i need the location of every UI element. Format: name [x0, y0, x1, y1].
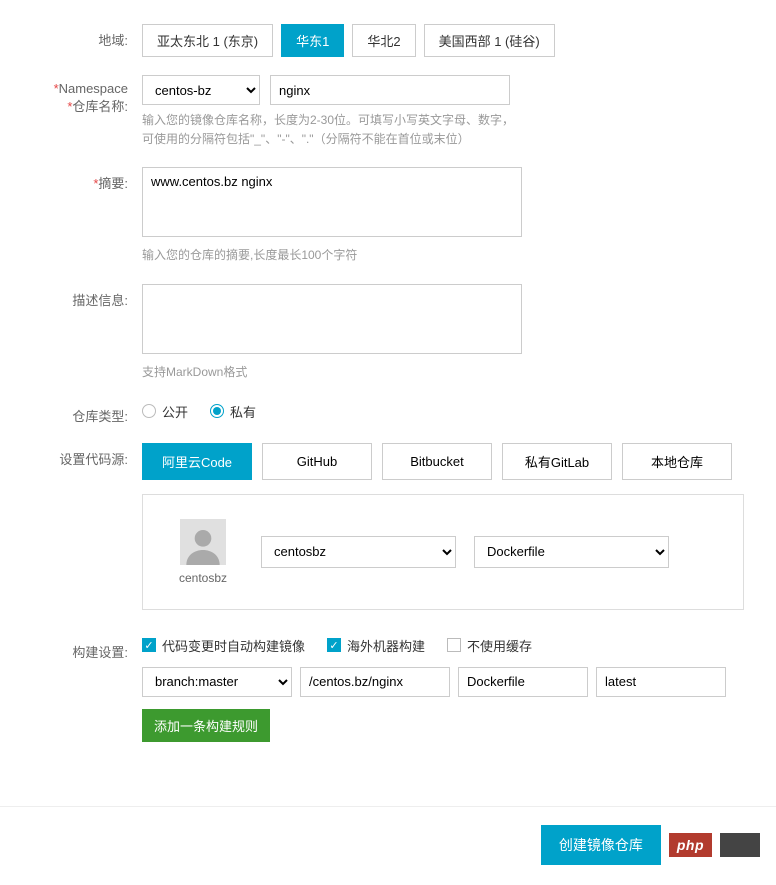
- source-field: 阿里云Code GitHub Bitbucket 私有GitLab 本地仓库 c…: [142, 443, 764, 610]
- corner-decoration: [720, 833, 760, 857]
- radio-public[interactable]: 公开: [142, 402, 188, 421]
- desc-field: 支持MarkDown格式: [142, 284, 764, 382]
- summary-textarea[interactable]: www.centos.bz nginx: [142, 167, 522, 237]
- create-repo-button[interactable]: 创建镜像仓库: [541, 825, 661, 865]
- label-namespace: *Namespace *仓库名称:: [12, 75, 142, 115]
- user-icon: [183, 525, 223, 565]
- build-tag-input[interactable]: [596, 667, 726, 697]
- check-no-cache[interactable]: 不使用缓存: [447, 636, 532, 655]
- footer: 创建镜像仓库 php: [0, 806, 776, 885]
- add-rule-button[interactable]: 添加一条构建规则: [142, 709, 270, 742]
- row-desc: 描述信息: 支持MarkDown格式: [12, 284, 764, 382]
- row-repo-type: 仓库类型: 公开 私有: [12, 400, 764, 425]
- summary-helper: 输入您的仓库的摘要,长度最长100个字符: [142, 246, 744, 265]
- repo-helper-text: 输入您的镜像仓库名称，长度为2-30位。可填写小写英文字母、数字，可使用的分隔符…: [142, 111, 522, 149]
- source-username: centosbz: [163, 571, 243, 585]
- namespace-field: centos-bz 输入您的镜像仓库名称，长度为2-30位。可填写小写英文字母、…: [142, 75, 764, 149]
- region-option[interactable]: 美国西部 1 (硅谷): [424, 24, 555, 57]
- radio-icon: [142, 404, 156, 418]
- branch-select[interactable]: branch:master: [142, 667, 292, 697]
- label-repo-type: 仓库类型:: [12, 400, 142, 425]
- repo-type-field: 公开 私有: [142, 400, 764, 421]
- source-repo-select[interactable]: centosbz: [261, 536, 456, 568]
- build-field: ✓ 代码变更时自动构建镜像 ✓ 海外机器构建 不使用缓存 branch:mast…: [142, 636, 764, 742]
- source-tab[interactable]: 本地仓库: [622, 443, 732, 480]
- source-tab[interactable]: 阿里云Code: [142, 443, 252, 480]
- check-auto-build[interactable]: ✓ 代码变更时自动构建镜像: [142, 636, 305, 655]
- build-checks: ✓ 代码变更时自动构建镜像 ✓ 海外机器构建 不使用缓存: [142, 636, 744, 655]
- create-repo-form: 地域: 亚太东北 1 (东京) 华东1 华北2 美国西部 1 (硅谷) *Nam…: [0, 0, 776, 772]
- build-rule-row: branch:master: [142, 667, 744, 697]
- region-option[interactable]: 华北2: [352, 24, 415, 57]
- source-tab[interactable]: Bitbucket: [382, 443, 492, 480]
- row-summary: *摘要: www.centos.bz nginx 输入您的仓库的摘要,长度最长1…: [12, 167, 764, 265]
- source-tab[interactable]: 私有GitLab: [502, 443, 612, 480]
- source-tab[interactable]: GitHub: [262, 443, 372, 480]
- row-source: 设置代码源: 阿里云Code GitHub Bitbucket 私有GitLab…: [12, 443, 764, 610]
- region-option[interactable]: 华东1: [281, 24, 344, 57]
- checkbox-icon: ✓: [142, 638, 156, 652]
- label-desc: 描述信息:: [12, 284, 142, 309]
- build-path-input[interactable]: [300, 667, 450, 697]
- source-box: centosbz centosbz Dockerfile: [142, 494, 744, 610]
- row-region: 地域: 亚太东北 1 (东京) 华东1 华北2 美国西部 1 (硅谷): [12, 24, 764, 57]
- namespace-select[interactable]: centos-bz: [142, 75, 260, 105]
- radio-icon: [210, 404, 224, 418]
- label-source: 设置代码源:: [12, 443, 142, 468]
- check-overseas[interactable]: ✓ 海外机器构建: [327, 636, 425, 655]
- summary-field: www.centos.bz nginx 输入您的仓库的摘要,长度最长100个字符: [142, 167, 764, 265]
- desc-helper: 支持MarkDown格式: [142, 363, 744, 382]
- checkbox-icon: [447, 638, 461, 652]
- row-build: 构建设置: ✓ 代码变更时自动构建镜像 ✓ 海外机器构建 不使用缓存 branc: [12, 636, 764, 742]
- source-dockerfile-select[interactable]: Dockerfile: [474, 536, 669, 568]
- avatar: [180, 519, 226, 565]
- source-tabs: 阿里云Code GitHub Bitbucket 私有GitLab 本地仓库: [142, 443, 744, 480]
- source-user: centosbz: [163, 519, 243, 585]
- label-build: 构建设置:: [12, 636, 142, 661]
- php-badge: php: [669, 833, 712, 857]
- label-region: 地域:: [12, 24, 142, 49]
- region-buttons: 亚太东北 1 (东京) 华东1 华北2 美国西部 1 (硅谷): [142, 24, 764, 57]
- radio-private[interactable]: 私有: [210, 402, 256, 421]
- region-option[interactable]: 亚太东北 1 (东京): [142, 24, 273, 57]
- repo-name-input[interactable]: [270, 75, 510, 105]
- checkbox-icon: ✓: [327, 638, 341, 652]
- desc-textarea[interactable]: [142, 284, 522, 354]
- row-namespace: *Namespace *仓库名称: centos-bz 输入您的镜像仓库名称，长…: [12, 75, 764, 149]
- label-summary: *摘要:: [12, 167, 142, 192]
- build-dockerfile-input[interactable]: [458, 667, 588, 697]
